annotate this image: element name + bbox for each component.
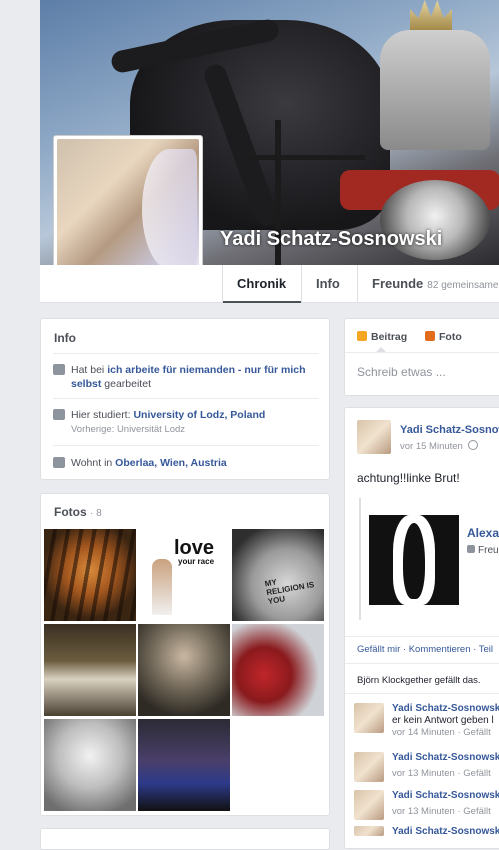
photo-tiger[interactable]: [44, 529, 136, 621]
post-text: achtung!!linke Brut!: [357, 471, 460, 485]
info-work-suffix: gearbeitet: [104, 378, 151, 390]
tiger-stripes: [44, 529, 136, 621]
info-work-text: Hat bei ich arbeite für niemanden - nur …: [71, 363, 315, 391]
post-divider: [345, 663, 499, 664]
profile-picture[interactable]: [53, 135, 203, 283]
composer-card: Beitrag Foto Schreib etwas ...: [344, 318, 499, 396]
religion-text: MY RELIGION IS YOU: [264, 577, 315, 607]
info-card-title: Info: [54, 331, 76, 345]
comment-avatar[interactable]: [354, 790, 384, 820]
comment-author[interactable]: Yadi Schatz-Sosnowski: [392, 826, 499, 837]
tab-active-indicator: [223, 301, 301, 303]
comment-author[interactable]: Yadi Schatz-Sosnowski: [392, 790, 499, 801]
post-divider: [345, 636, 499, 637]
photos-card-header: Fotos · 8: [54, 505, 102, 519]
pencil-icon: [357, 331, 367, 341]
next-card: [40, 828, 330, 850]
tab-info[interactable]: Info: [301, 265, 357, 302]
tab-chronik[interactable]: Chronik: [222, 265, 301, 303]
info-divider: [53, 445, 319, 446]
left-gutter: [0, 0, 40, 836]
post-author-name[interactable]: Yadi Schatz-Sosnowski: [400, 424, 499, 436]
comment-avatar[interactable]: [354, 826, 384, 836]
post-author-avatar[interactable]: [357, 420, 391, 454]
photos-card-title[interactable]: Fotos: [54, 505, 87, 519]
photo-blonde-portrait[interactable]: [44, 719, 136, 811]
comment-author[interactable]: Yadi Schatz-Sosnowski: [392, 703, 499, 714]
comment-avatar[interactable]: [354, 703, 384, 733]
cover-statue: [380, 30, 490, 150]
love-sub-text: your race: [178, 557, 215, 566]
info-study-prefix: Hier studiert:: [71, 409, 131, 421]
globe-icon: [468, 440, 479, 450]
info-study-text: Hier studiert: University of Lodz, Polan…: [71, 408, 315, 437]
tab-freunde-label: Freunde: [372, 276, 424, 291]
shared-sub-text: Freu: [478, 545, 499, 556]
cover-crane-arm: [245, 155, 365, 160]
comment-avatar[interactable]: [354, 752, 384, 782]
photo-love-your-race[interactable]: love your race: [138, 529, 230, 621]
school-icon: [53, 409, 65, 420]
composer-tab-photo-label: Foto: [439, 331, 462, 343]
post-actions[interactable]: Gefällt mir · Kommentieren · Teil: [357, 644, 493, 655]
info-lives-link[interactable]: Oberlaa, Wien, Austria: [115, 457, 227, 469]
shared-image-figure: [403, 523, 425, 599]
post-divider: [345, 693, 499, 694]
comment-meta[interactable]: vor 13 Minuten · Gefällt: [392, 768, 491, 779]
info-divider: [53, 353, 319, 354]
info-study-row: Hier studiert: University of Lodz, Polan…: [53, 408, 315, 437]
info-card: Info Hat bei ich arbeite für niemanden -…: [40, 318, 330, 480]
profile-tab-bar: Chronik Info Freunde82 gemeinsame F: [40, 265, 499, 303]
comment-meta[interactable]: vor 14 Minuten · Gefällt: [392, 727, 491, 738]
photos-card: Fotos · 8 love your race MY RELIGION IS …: [40, 493, 330, 816]
cover-crown: [410, 0, 452, 30]
tab-chronik-label: Chronik: [237, 276, 287, 291]
photos-count: · 8: [90, 508, 102, 519]
photo-my-religion[interactable]: MY RELIGION IS YOU: [232, 529, 324, 621]
info-lives-text: Wohnt in Oberlaa, Wien, Austria: [71, 456, 315, 470]
info-study-previous: Vorherige: Universität Lodz: [71, 424, 186, 435]
profile-name[interactable]: Yadi Schatz-Sosnowski: [220, 228, 442, 251]
info-lives-prefix: Wohnt in: [71, 457, 113, 469]
photo-caravan[interactable]: [44, 624, 136, 716]
composer-tab-post[interactable]: Beitrag: [357, 331, 407, 343]
info-study-link[interactable]: University of Lodz, Poland: [133, 409, 265, 421]
tab-info-label: Info: [316, 276, 340, 291]
composer-divider: [345, 352, 499, 353]
shared-image: [369, 515, 459, 605]
post-likes[interactable]: Björn Klockgether gefällt das.: [357, 675, 481, 686]
love-figure: [152, 559, 172, 615]
profile-picture-image: [57, 139, 199, 279]
composer-tab-photo[interactable]: Foto: [425, 331, 462, 343]
comment-meta[interactable]: vor 13 Minuten · Gefällt: [392, 806, 491, 817]
post-time[interactable]: vor 15 Minuten: [400, 440, 479, 452]
shared-attachment[interactable]: Alexa Freu: [359, 498, 499, 620]
info-work-prefix: Hat bei: [71, 364, 105, 376]
composer-tab-post-label: Beitrag: [371, 331, 408, 343]
photo-icon: [425, 331, 435, 341]
photo-officer-cap[interactable]: [138, 624, 230, 716]
shared-sub: Freu: [467, 545, 499, 556]
shared-name[interactable]: Alexa: [467, 526, 499, 540]
comment-author[interactable]: Yadi Schatz-Sosnowski: [392, 752, 499, 763]
post-time-text: vor 15 Minuten: [400, 441, 463, 452]
friends-icon: [467, 545, 475, 553]
tab-freunde[interactable]: Freunde82 gemeinsame F: [357, 265, 499, 302]
info-lives-row: Wohnt in Oberlaa, Wien, Austria: [53, 456, 315, 470]
photo-motorcycle[interactable]: [138, 719, 230, 811]
tab-freunde-sub: 82 gemeinsame F: [427, 280, 499, 291]
post-card: Yadi Schatz-Sosnowski vor 15 Minuten ach…: [344, 407, 499, 849]
info-work-row: Hat bei ich arbeite für niemanden - nur …: [53, 363, 315, 391]
info-divider: [53, 398, 319, 399]
home-icon: [53, 457, 65, 468]
briefcase-icon: [53, 364, 65, 375]
photo-red-dress[interactable]: [232, 624, 324, 716]
comment-text: er kein Antwort geben l: [392, 715, 494, 726]
composer-input[interactable]: Schreib etwas ...: [357, 365, 446, 379]
